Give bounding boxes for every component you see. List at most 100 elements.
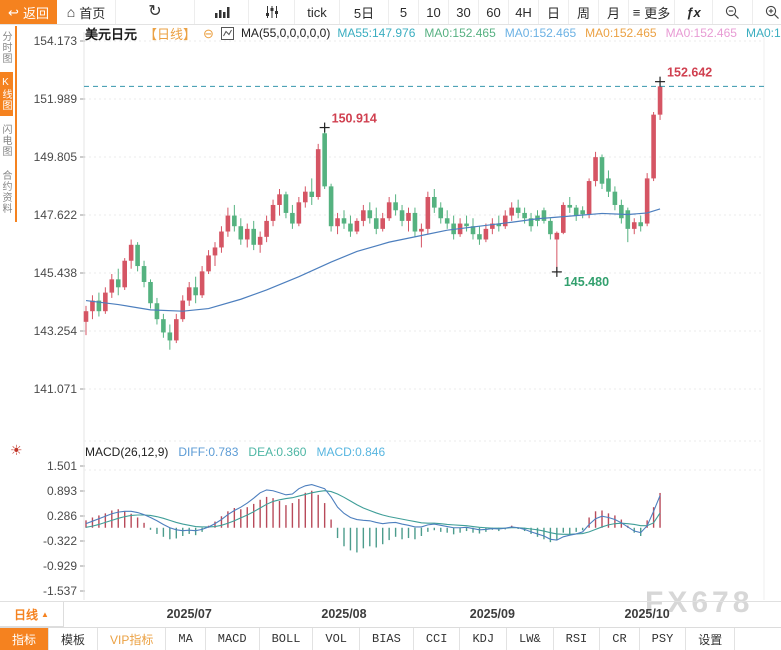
macd-values: DIFF:0.783 DEA:0.360 MACD:0.846 — [178, 445, 385, 459]
ma-value: MA0:152.465 — [505, 26, 576, 40]
ma-value: MA0:152.465 — [746, 26, 781, 40]
tab-CCI[interactable]: CCI — [414, 628, 461, 650]
magnifier-plus-icon — [765, 5, 780, 20]
toolbar-period-日[interactable]: 日 — [539, 0, 569, 24]
svg-text:0.893: 0.893 — [47, 484, 77, 498]
dea-line — [86, 491, 660, 535]
diff-line — [86, 485, 660, 541]
svg-text:147.622: 147.622 — [34, 208, 78, 222]
svg-text:-0.322: -0.322 — [43, 534, 77, 548]
back-arrow-icon: ↩ — [8, 6, 19, 19]
indicator-settings-button[interactable] — [249, 0, 295, 24]
formula-fx-button[interactable]: ƒx — [675, 0, 713, 24]
back-button[interactable]: ↩ 返回 — [0, 0, 57, 24]
svg-text:152.642: 152.642 — [667, 66, 712, 80]
bar-chart-icon — [214, 5, 230, 19]
svg-text:143.254: 143.254 — [34, 324, 78, 338]
home-icon: ⌂ — [67, 5, 75, 19]
tab-VOL[interactable]: VOL — [313, 628, 360, 650]
x-axis-label-2025/09: 2025/09 — [458, 607, 526, 621]
ma-value: MA0:152.465 — [585, 26, 656, 40]
chart-type-sidebar: 分时图 K线图闪电图合约资料 — [0, 26, 17, 222]
svg-text:-0.929: -0.929 — [43, 559, 77, 573]
toolbar-period-5[interactable]: 5 — [389, 0, 419, 24]
toolbar-period-10[interactable]: 10 — [419, 0, 449, 24]
5day-label: 5日 — [354, 3, 374, 22]
price-annotation-152.642: 152.642 — [655, 66, 712, 87]
period-dropdown-label: 日线 — [14, 606, 38, 623]
dropdown-arrow-icon: ▲ — [41, 610, 49, 619]
tab-MA[interactable]: MA — [166, 628, 205, 650]
period-tick-button[interactable]: tick — [295, 0, 340, 24]
collapse-icon[interactable]: ⊖ — [203, 27, 214, 40]
tick-label: tick — [307, 5, 327, 20]
tab-BOLL[interactable]: BOLL — [260, 628, 314, 650]
x-axis-label-2025/10: 2025/10 — [613, 607, 681, 621]
period-dropdown-button[interactable]: 日线 ▲ — [0, 602, 64, 627]
symbol-name: 美元日元 — [85, 24, 137, 43]
toolbar-period-4H[interactable]: 4H — [509, 0, 539, 24]
macd-header: MACD(26,12,9) DIFF:0.783 DEA:0.360 MACD:0.… — [85, 445, 385, 459]
x-axis-label-2025/07: 2025/07 — [155, 607, 223, 621]
home-button[interactable]: ⌂ 首页 — [57, 0, 116, 24]
ma-formula: MA(55,0,0,0,0,0) — [241, 26, 330, 40]
tab-指标[interactable]: 指标 — [0, 628, 49, 650]
toolbar-period-60[interactable]: 60 — [479, 0, 509, 24]
ma-value: MA55:147.976 — [337, 26, 415, 40]
menu-icon: ≡ — [633, 6, 641, 19]
toolbar-period-周[interactable]: 周 — [569, 0, 599, 24]
svg-text:154.173: 154.173 — [34, 34, 78, 48]
tab-LW&[interactable]: LW& — [507, 628, 554, 650]
sidebar-item-K线图[interactable]: K线图 — [0, 72, 13, 116]
magnifier-minus-icon — [725, 5, 740, 20]
more-label: 更多 — [644, 3, 670, 22]
bottom-tabbar: 指标模板VIP指标MAMACDBOLLVOLBIASCCIKDJLW&RSICR… — [0, 627, 781, 650]
tab-CR[interactable]: CR — [600, 628, 639, 650]
home-label: 首页 — [79, 3, 105, 22]
tab-BIAS[interactable]: BIAS — [360, 628, 414, 650]
toolbar-period-group: 51030604H日周月 — [389, 0, 629, 24]
svg-text:150.914: 150.914 — [332, 112, 377, 126]
toolbar-period-月[interactable]: 月 — [599, 0, 629, 24]
tab-VIP指标[interactable]: VIP指标 — [98, 628, 166, 650]
svg-text:151.989: 151.989 — [34, 92, 78, 106]
price-chart-canvas[interactable]: 154.173151.989149.805147.622145.438143.2… — [0, 0, 781, 650]
tab-PSY[interactable]: PSY — [640, 628, 687, 650]
sidebar-item-合约资料[interactable]: 合约资料 — [0, 165, 13, 219]
ma-values: MA55:147.976 MA0:152.465 MA0:152.465 MA0:15… — [337, 26, 781, 40]
ma55-line — [86, 209, 660, 311]
macd-value: MACD:0.846 — [316, 445, 385, 459]
chart-type-icon[interactable] — [221, 27, 234, 40]
chart-style-button[interactable] — [195, 0, 249, 24]
tab-模板[interactable]: 模板 — [49, 628, 98, 650]
zoom-out-button[interactable] — [713, 0, 753, 24]
refresh-icon: ↻ — [148, 4, 161, 20]
tab-RSI[interactable]: RSI — [554, 628, 601, 650]
tab-MACD[interactable]: MACD — [206, 628, 260, 650]
macd-formula: MACD(26,12,9) — [85, 445, 168, 459]
ma-value: MA0:152.465 — [666, 26, 737, 40]
more-button[interactable]: ≡ 更多 — [629, 0, 675, 24]
period-tag: 【日线】 — [144, 24, 196, 43]
period-5day-button[interactable]: 5日 — [340, 0, 389, 24]
refresh-button[interactable]: ↻ — [116, 0, 195, 24]
price-annotation-145.480: 145.480 — [552, 267, 609, 289]
toolbar-period-30[interactable]: 30 — [449, 0, 479, 24]
macd-settings-icon[interactable]: ☀ — [10, 443, 23, 457]
svg-text:145.480: 145.480 — [564, 275, 609, 289]
fx-icon: ƒx — [686, 5, 700, 20]
svg-text:145.438: 145.438 — [34, 266, 78, 280]
fx678-chart-app: ↩ 返回 ⌂ 首页 ↻ tick 5日 51 — [0, 0, 781, 650]
sidebar-item-闪电图[interactable]: 闪电图 — [0, 119, 13, 162]
tab-设置[interactable]: 设置 — [686, 628, 735, 650]
price-annotation-150.914: 150.914 — [320, 112, 377, 133]
svg-text:141.071: 141.071 — [34, 382, 78, 396]
zoom-in-button[interactable] — [753, 0, 781, 24]
macd-value: DIFF:0.783 — [178, 445, 238, 459]
ma-value: MA0:152.465 — [424, 26, 495, 40]
back-label: 返回 — [23, 3, 49, 22]
sidebar-item-分时图[interactable]: 分时图 — [0, 26, 13, 69]
x-axis-row: 日线 ▲ 2025/072025/082025/092025/10 — [0, 601, 781, 627]
tab-KDJ[interactable]: KDJ — [460, 628, 507, 650]
macd-value: DEA:0.360 — [248, 445, 306, 459]
